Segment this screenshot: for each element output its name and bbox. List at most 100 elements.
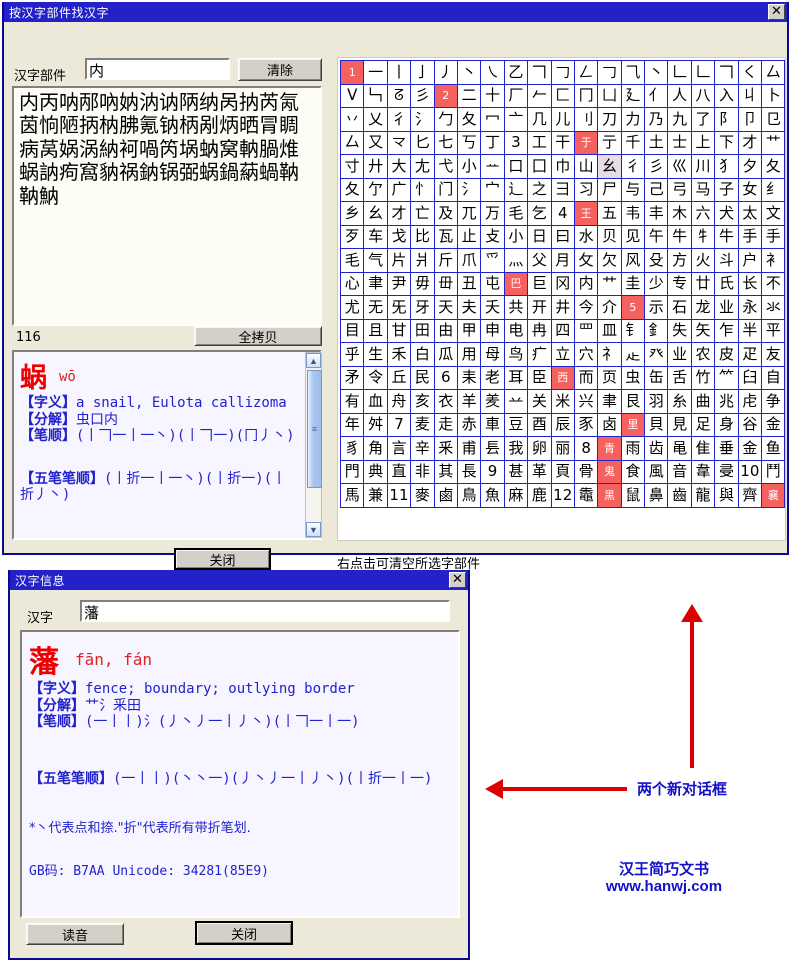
radical-cell[interactable]: 二 xyxy=(457,84,482,108)
radical-cell[interactable]: 典 xyxy=(364,460,388,484)
radical-cell[interactable]: 角 xyxy=(364,437,388,461)
radical-cell[interactable]: 灬 xyxy=(504,249,529,273)
radical-cell[interactable]: 业 xyxy=(715,296,739,320)
radical-cell[interactable]: 马 xyxy=(691,178,716,202)
radical-cell[interactable]: 人 xyxy=(668,84,692,108)
radical-cell[interactable]: 垂 xyxy=(715,437,739,461)
radical-cell[interactable]: 9 xyxy=(481,460,505,484)
radical-cell[interactable]: 失 xyxy=(668,319,692,343)
radical-cell[interactable]: 曲 xyxy=(691,390,716,414)
radical-cell[interactable]: 瓜 xyxy=(434,343,458,367)
radical-cell[interactable]: 丶 xyxy=(457,61,482,85)
radical-cell[interactable]: く xyxy=(738,61,763,85)
radical-cell[interactable]: 歹 xyxy=(341,225,365,249)
radical-cell[interactable]: 生 xyxy=(364,343,388,367)
radical-cell[interactable]: 农 xyxy=(691,343,716,367)
read-pronunciation-button[interactable]: 读音 xyxy=(26,923,124,945)
radical-cell[interactable]: 丷 xyxy=(341,108,365,132)
radical-cell[interactable]: 齊 xyxy=(738,484,763,508)
radical-cell[interactable]: 甫 xyxy=(457,437,482,461)
radical-cell[interactable]: 夂 xyxy=(341,178,365,202)
radical-cell[interactable]: 氏 xyxy=(715,272,739,296)
radical-cell[interactable]: 业 xyxy=(668,343,692,367)
radical-cell[interactable]: 卤 xyxy=(598,413,622,437)
radical-cell[interactable]: 11 xyxy=(387,484,412,508)
radical-cell[interactable]: 舟 xyxy=(387,390,412,414)
radical-cell[interactable]: 才 xyxy=(387,202,412,226)
radical-cell[interactable]: 丿 xyxy=(434,61,458,85)
radical-cell[interactable]: 宀 xyxy=(481,178,505,202)
radical-cell[interactable]: 齒 xyxy=(668,484,692,508)
radical-cell[interactable]: 鸟 xyxy=(504,343,529,367)
radical-cell[interactable]: 𠃍 xyxy=(528,61,552,85)
radical-cell[interactable]: 厂 xyxy=(504,84,529,108)
radical-cell[interactable]: 天 xyxy=(434,296,458,320)
radical-cell[interactable]: 上 xyxy=(691,131,716,155)
radical-cell[interactable]: 㔾 xyxy=(762,108,786,132)
radical-cell[interactable]: 𠃊 xyxy=(668,61,692,85)
radical-cell[interactable]: 牙 xyxy=(411,296,435,320)
radical-cell[interactable]: 穴 xyxy=(574,343,599,367)
radical-cell[interactable]: 又 xyxy=(364,131,388,155)
radical-cell[interactable]: 辛 xyxy=(411,437,435,461)
radical-cell[interactable]: 禾 xyxy=(387,343,412,367)
radical-cell[interactable]: 12 xyxy=(551,484,575,508)
radical-cell[interactable]: 爪 xyxy=(457,249,482,273)
radical-cell[interactable]: 尢 xyxy=(411,155,435,179)
radical-cell[interactable]: 鼄 xyxy=(574,484,599,508)
radical-cell[interactable]: 太 xyxy=(738,202,763,226)
radical-cell[interactable]: 甘 xyxy=(387,319,412,343)
radical-cell[interactable]: 示 xyxy=(645,296,669,320)
hanzi-input[interactable]: 藩 xyxy=(80,600,450,622)
radical-cell[interactable]: 厶 xyxy=(762,61,786,85)
radical-cell[interactable]: 米 xyxy=(551,390,575,414)
radical-cell[interactable]: 長 xyxy=(457,460,482,484)
radical-cell[interactable]: 止 xyxy=(457,225,482,249)
radical-cell[interactable]: 丘 xyxy=(387,366,412,390)
radical-cell[interactable]: 鳥 xyxy=(457,484,482,508)
radical-cell[interactable]: 卵 xyxy=(528,437,552,461)
radical-cell[interactable]: 見 xyxy=(668,413,692,437)
radical-cell[interactable]: 夂 xyxy=(457,108,482,132)
radical-cell[interactable]: 水 xyxy=(574,225,599,249)
radical-cell[interactable]: 丂 xyxy=(457,131,482,155)
radical-cell[interactable]: 鼠 xyxy=(621,484,646,508)
radical-cell[interactable]: 石 xyxy=(668,296,692,320)
radical-cell[interactable]: 友 xyxy=(762,343,786,367)
radical-cell[interactable]: 申 xyxy=(481,319,505,343)
radical-cell[interactable]: 亇 xyxy=(364,178,388,202)
radical-cell[interactable]: 争 xyxy=(762,390,786,414)
radical-cell[interactable]: 毛 xyxy=(341,249,365,273)
radical-cell[interactable]: 辶 xyxy=(504,178,529,202)
radical-cell[interactable]: 與 xyxy=(715,484,739,508)
radical-group-number[interactable]: 黑 xyxy=(598,484,622,508)
radical-cell[interactable]: 父 xyxy=(528,249,552,273)
radical-cell[interactable]: 𠂉 xyxy=(528,84,552,108)
radical-cell[interactable]: 土 xyxy=(645,131,669,155)
radical-cell[interactable]: 且 xyxy=(364,319,388,343)
radical-cell[interactable]: 赤 xyxy=(457,413,482,437)
radical-cell[interactable]: 旡 xyxy=(387,296,412,320)
radical-cell[interactable]: 頁 xyxy=(551,460,575,484)
radical-input[interactable]: 内 xyxy=(85,58,230,80)
radical-cell[interactable]: 爿 xyxy=(411,249,435,273)
radical-cell[interactable]: 由 xyxy=(434,319,458,343)
radical-group-number[interactable]: 巴 xyxy=(504,272,529,296)
radical-cell[interactable]: 廴 xyxy=(621,84,646,108)
radical-cell[interactable]: 不 xyxy=(762,272,786,296)
radical-cell[interactable]: 牜 xyxy=(691,225,716,249)
radical-cell[interactable]: 非 xyxy=(411,460,435,484)
radical-cell[interactable]: 龰 xyxy=(621,343,646,367)
radical-cell[interactable]: 糸 xyxy=(668,390,692,414)
radical-cell[interactable]: 卩 xyxy=(738,108,763,132)
radical-cell[interactable]: 囗 xyxy=(528,155,552,179)
radical-cell[interactable]: 其 xyxy=(434,460,458,484)
radical-cell[interactable]: 攵 xyxy=(574,249,599,273)
radical-cell[interactable]: 䒑 xyxy=(504,390,529,414)
radical-cell[interactable]: 6 xyxy=(434,366,458,390)
radical-cell[interactable]: 亍 xyxy=(598,131,622,155)
radical-cell[interactable]: 儿 xyxy=(551,108,575,132)
radical-cell[interactable]: 专 xyxy=(668,272,692,296)
radical-cell[interactable]: 小 xyxy=(504,225,529,249)
radical-cell[interactable]: 兴 xyxy=(574,390,599,414)
